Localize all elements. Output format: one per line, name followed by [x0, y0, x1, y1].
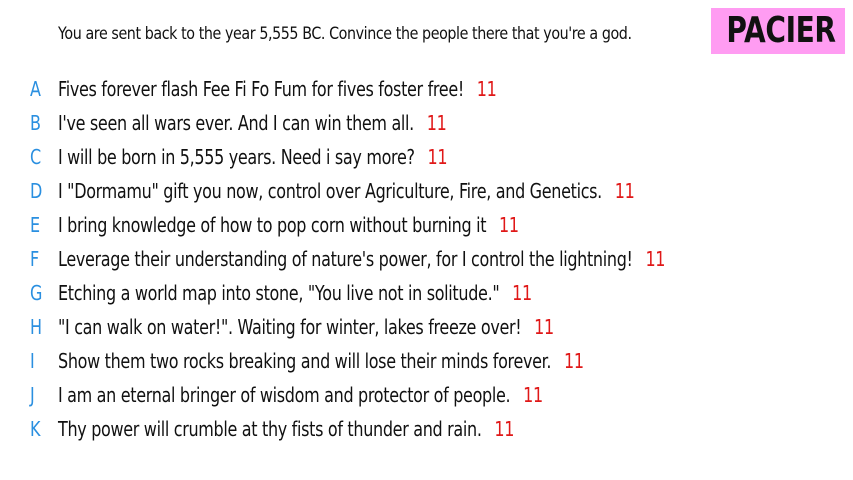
answer-row-i: I Show them two rocks breaking and will … [0, 344, 853, 378]
answer-score: 11 [498, 213, 519, 237]
answer-content: I bring knowledge of how to pop corn wit… [58, 208, 519, 242]
answer-content: Show them two rocks breaking and will lo… [58, 344, 584, 378]
player-name-badge: PACIER [711, 8, 845, 54]
answer-text: Thy power will crumble at thy fists of t… [58, 417, 482, 441]
answer-text: Fives forever flash Fee Fi Fo Fum for fi… [58, 77, 464, 101]
answer-text: Show them two rocks breaking and will lo… [58, 349, 552, 373]
answer-row-f: F Leverage their understanding of nature… [0, 242, 853, 276]
answer-content: Fives forever flash Fee Fi Fo Fum for fi… [58, 72, 497, 106]
answer-letter: E [30, 213, 41, 237]
answer-text: I am an eternal bringer of wisdom and pr… [58, 383, 511, 407]
answer-text: I "Dormamu" gift you now, control over A… [58, 179, 602, 203]
answer-content: I "Dormamu" gift you now, control over A… [58, 174, 635, 208]
answer-score: 11 [494, 417, 515, 441]
answer-row-g: G Etching a world map into stone, "You l… [0, 276, 853, 310]
answer-letter: D [30, 179, 43, 203]
answer-letter: F [30, 247, 40, 271]
answer-text: "I can walk on water!". Waiting for wint… [58, 315, 522, 339]
answer-letter: H [30, 315, 43, 339]
answer-letter: I [30, 349, 35, 373]
answer-score: 11 [523, 383, 543, 407]
answer-content: I've seen all wars ever. And I can win t… [58, 106, 447, 140]
answer-row-j: J I am an eternal bringer of wisdom and … [0, 378, 853, 412]
answer-content: I will be born in 5,555 years. Need i sa… [58, 140, 448, 174]
answer-text: I bring knowledge of how to pop corn wit… [58, 213, 487, 237]
answer-score: 11 [427, 145, 448, 169]
answer-score: 11 [476, 77, 497, 101]
answer-score: 11 [614, 179, 635, 203]
answer-content: Leverage their understanding of nature's… [58, 242, 665, 276]
answer-letter: K [30, 417, 41, 441]
answer-text: I will be born in 5,555 years. Need i sa… [58, 145, 415, 169]
answer-text: Etching a world map into stone, "You liv… [58, 281, 500, 305]
answer-content: Thy power will crumble at thy fists of t… [58, 412, 514, 446]
answer-row-c: C I will be born in 5,555 years. Need i … [0, 140, 853, 174]
answer-score: 11 [426, 111, 447, 135]
answer-letter: G [30, 281, 43, 305]
answer-text: I've seen all wars ever. And I can win t… [58, 111, 414, 135]
question-prompt: You are sent back to the year 5,555 BC. … [58, 24, 632, 44]
answer-score: 11 [534, 315, 554, 339]
answer-score: 11 [564, 349, 584, 373]
answer-row-k: K Thy power will crumble at thy fists of… [0, 412, 853, 446]
answer-score: 11 [645, 247, 666, 271]
answer-row-b: B I've seen all wars ever. And I can win… [0, 106, 853, 140]
answer-row-e: E I bring knowledge of how to pop corn w… [0, 208, 853, 242]
answer-row-a: A Fives forever flash Fee Fi Fo Fum for … [0, 72, 853, 106]
answer-content: I am an eternal bringer of wisdom and pr… [58, 378, 543, 412]
answer-letter: C [30, 145, 42, 169]
answer-content: "I can walk on water!". Waiting for wint… [58, 310, 554, 344]
player-name-label: PACIER [726, 10, 836, 51]
answer-content: Etching a world map into stone, "You liv… [58, 276, 532, 310]
answer-letter: B [30, 111, 41, 135]
answer-row-d: D I "Dormamu" gift you now, control over… [0, 174, 853, 208]
answer-row-h: H "I can walk on water!". Waiting for wi… [0, 310, 853, 344]
answer-list: A Fives forever flash Fee Fi Fo Fum for … [0, 72, 853, 446]
answer-letter: J [30, 383, 35, 407]
answer-letter: A [30, 77, 41, 101]
answer-score: 11 [512, 281, 532, 305]
answer-text: Leverage their understanding of nature's… [58, 247, 633, 271]
